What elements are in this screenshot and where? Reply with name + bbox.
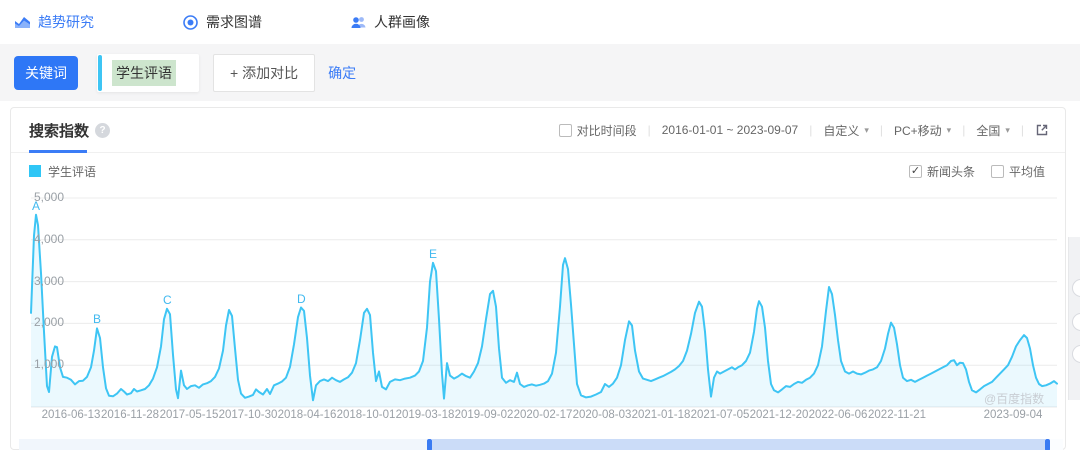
- peak-label-B: B: [93, 312, 102, 326]
- x-tick-label: 2018-04-16: [277, 409, 337, 421]
- nav-item-label: 人群画像: [374, 14, 430, 30]
- x-tick-label: 2020-08-03: [572, 409, 632, 421]
- nav-item-label: 趋势研究: [38, 14, 94, 30]
- slider-track-unselected[interactable]: [1050, 439, 1063, 450]
- search-index-card: 搜索指数 ? 对比时间段 | 2016-01-01 ~ 2023-09-07 |…: [10, 107, 1066, 450]
- card-header: 搜索指数 ? 对比时间段 | 2016-01-01 ~ 2023-09-07 |…: [11, 108, 1065, 153]
- x-tick-label: 2016-06-13: [41, 409, 101, 421]
- peak-label-C: C: [163, 293, 172, 307]
- series-color-swatch: [29, 165, 41, 177]
- x-tick-label: 2022-06-06: [808, 409, 868, 421]
- series-legend-label: 学生评语: [48, 164, 97, 179]
- region-value: 全国: [976, 123, 1001, 138]
- nav-item-label: 需求图谱: [206, 14, 262, 30]
- chevron-down-icon: ▾: [864, 124, 869, 135]
- region-dropdown[interactable]: 全国 ▾: [976, 122, 1010, 139]
- peak-label-E: E: [429, 247, 438, 261]
- range-mode-value: 自定义: [823, 123, 860, 138]
- add-compare-button[interactable]: + 添加对比: [213, 53, 316, 92]
- time-range-slider[interactable]: [19, 439, 1063, 450]
- x-tick-label: 2018-10-01: [336, 409, 396, 421]
- watermark: @百度指数: [984, 392, 1045, 406]
- chart-controls: 对比时间段 | 2016-01-01 ~ 2023-09-07 | 自定义 ▾ …: [558, 122, 1049, 139]
- keyword-button[interactable]: 关键词: [14, 55, 78, 90]
- keyword-toolbar: 关键词 学生评语 + 添加对比 确定: [0, 44, 1080, 101]
- y-tick-label: 2,000: [34, 315, 65, 329]
- bullseye-icon: [182, 14, 199, 31]
- keyword-input[interactable]: 学生评语: [97, 53, 199, 92]
- x-tick-label: 2022-11-21: [868, 409, 926, 421]
- peak-label-D: D: [297, 292, 306, 306]
- x-tick-label: 2021-07-05: [690, 409, 750, 421]
- help-icon[interactable]: ?: [95, 122, 111, 138]
- series-legend-item[interactable]: 学生评语: [29, 163, 96, 180]
- confirm-button[interactable]: 确定: [328, 63, 356, 83]
- external-link-icon[interactable]: [1035, 123, 1049, 137]
- peak-label-A: A: [32, 199, 41, 213]
- slider-selected-window[interactable]: [432, 439, 1045, 450]
- people-icon: [350, 14, 367, 31]
- floating-side-toolbar[interactable]: [1068, 237, 1080, 400]
- active-tab-underline: [29, 150, 87, 153]
- x-tick-label: 2019-03-18: [395, 409, 455, 421]
- chevron-down-icon: ▾: [1005, 124, 1010, 135]
- top-nav: 趋势研究 需求图谱 人群画像: [0, 0, 1080, 44]
- x-tick-label: 2017-05-15: [159, 409, 219, 421]
- trend-chart-icon: [14, 14, 31, 31]
- x-tick-label: 2020-02-17: [513, 409, 573, 421]
- average-checkbox[interactable]: [990, 164, 1004, 178]
- compare-period-label: 对比时间段: [576, 123, 637, 138]
- trend-line-chart[interactable]: [11, 108, 1067, 450]
- x-tick-label: 2019-09-02: [454, 409, 514, 421]
- x-tick-label: 2023-09-04: [983, 409, 1043, 421]
- y-tick-label: 4,000: [34, 232, 65, 246]
- nav-item-demand-map[interactable]: 需求图谱: [182, 12, 262, 32]
- date-range-value: 2016-01-01 ~ 2023-09-07: [661, 123, 799, 137]
- x-tick-label: 2017-10-30: [218, 409, 278, 421]
- floating-icon[interactable]: [1072, 345, 1080, 363]
- x-tick-label: 2021-01-18: [631, 409, 691, 421]
- nav-item-audience-profile[interactable]: 人群画像: [350, 12, 430, 32]
- baidu-index-page: 趋势研究 需求图谱 人群画像 关键词 学生评语 + 添加对比 确定 搜索指数 ?…: [0, 0, 1080, 450]
- compare-period-checkbox[interactable]: [558, 123, 572, 137]
- average-label: 平均值: [1008, 164, 1045, 179]
- platform-dropdown[interactable]: PC+移动 ▾: [894, 122, 951, 139]
- news-toggle[interactable]: ✓ 新闻头条: [908, 163, 975, 180]
- compare-period-control[interactable]: 对比时间段: [558, 122, 637, 139]
- floating-icon[interactable]: [1072, 313, 1080, 331]
- slider-track-unselected[interactable]: [19, 439, 427, 450]
- x-tick-label: 2016-11-28: [101, 409, 159, 421]
- legend-row: 学生评语 ✓ 新闻头条 平均值: [29, 161, 1045, 181]
- chevron-down-icon: ▾: [946, 124, 952, 135]
- y-tick-label: 1,000: [34, 357, 65, 371]
- panel-title: 搜索指数: [29, 122, 90, 140]
- average-toggle[interactable]: 平均值: [990, 163, 1045, 180]
- keyword-accent-bar: [98, 54, 102, 91]
- x-tick-label: 2021-12-20: [749, 409, 809, 421]
- news-label: 新闻头条: [926, 164, 975, 179]
- date-range-control[interactable]: 2016-01-01 ~ 2023-09-07: [662, 123, 798, 137]
- news-checkbox[interactable]: ✓: [908, 164, 922, 178]
- nav-item-trend-research[interactable]: 趋势研究: [14, 12, 94, 32]
- range-mode-dropdown[interactable]: 自定义 ▾: [823, 122, 869, 139]
- platform-value: PC+移动: [893, 123, 942, 138]
- floating-icon[interactable]: [1072, 279, 1080, 297]
- y-tick-label: 3,000: [34, 274, 65, 288]
- keyword-value[interactable]: 学生评语: [112, 59, 176, 86]
